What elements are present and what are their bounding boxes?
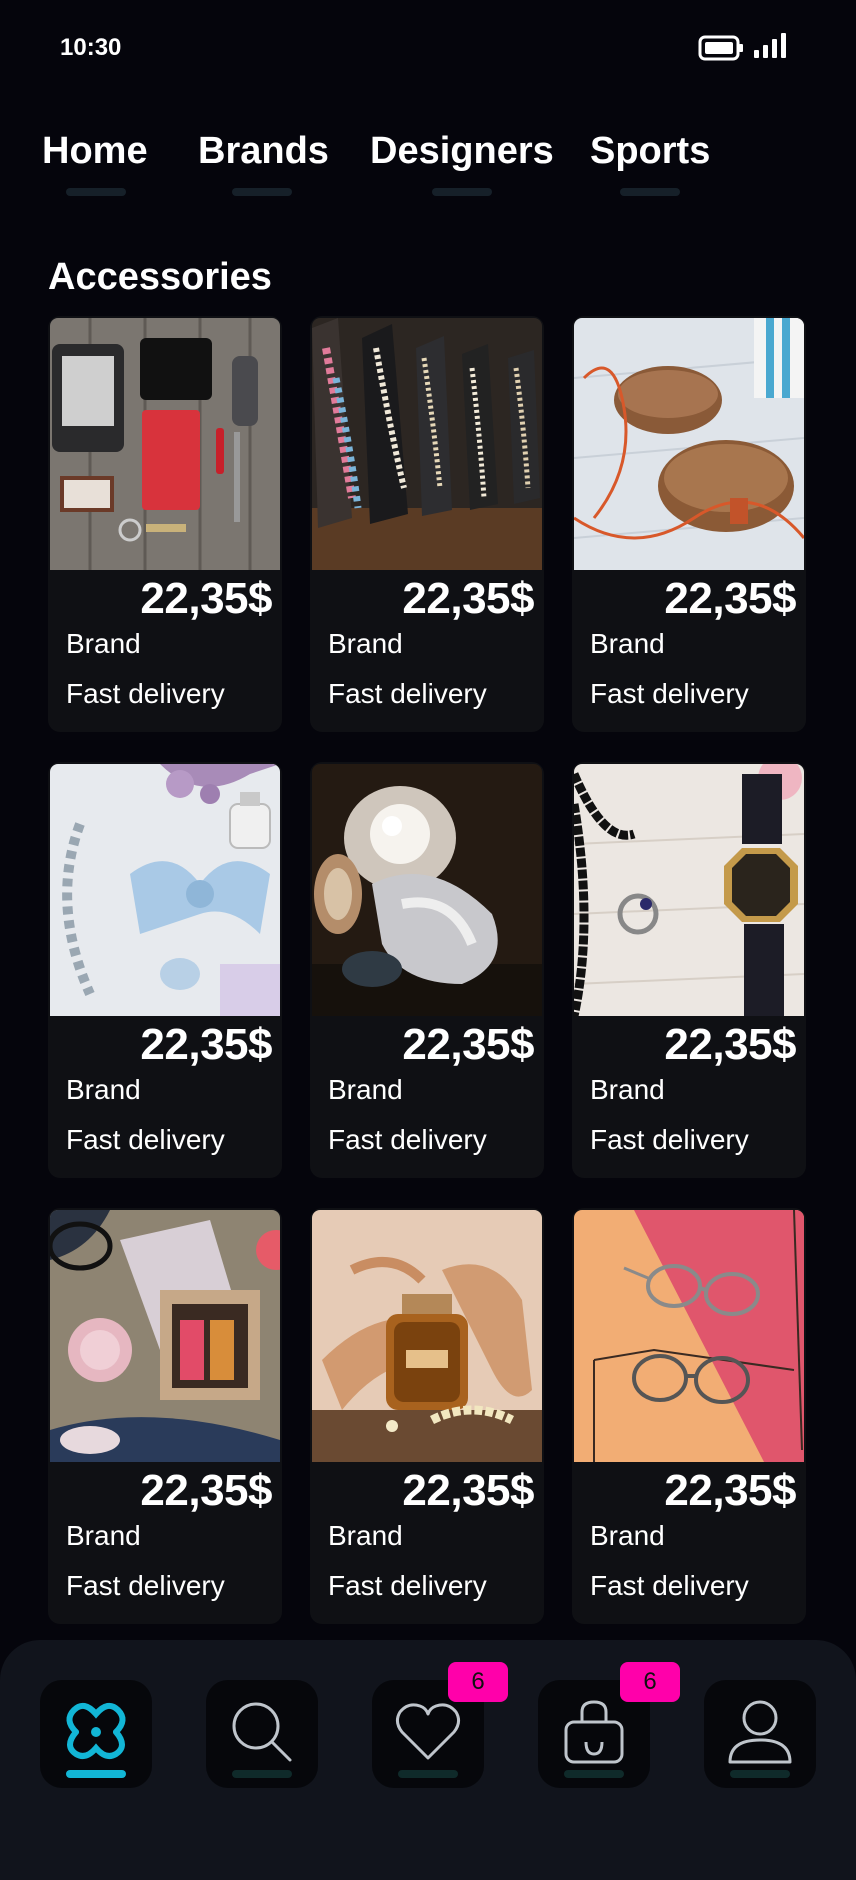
tab-underline <box>432 188 492 196</box>
product-delivery: Fast delivery <box>328 678 487 709</box>
product-delivery: Fast delivery <box>328 1124 487 1155</box>
tab-label: Brands <box>198 130 329 172</box>
product-image <box>574 318 804 570</box>
product-image <box>50 318 280 570</box>
logo-icon <box>66 1702 126 1759</box>
product-card[interactable]: 22,35$ Brand Fast delivery <box>572 316 806 732</box>
product-price: 22,35$ <box>664 1020 796 1069</box>
product-brand: Brand <box>66 628 141 659</box>
product-image <box>312 318 542 570</box>
tab-designers[interactable]: Designers <box>370 130 554 196</box>
tab-brands[interactable]: Brands <box>198 130 329 196</box>
product-delivery: Fast delivery <box>328 1570 487 1601</box>
product-price: 22,35$ <box>402 1020 534 1069</box>
product-price: 22,35$ <box>402 574 534 623</box>
tab-indicator <box>232 1770 292 1778</box>
product-card[interactable]: 22,35$ Brand Fast delivery <box>310 316 544 732</box>
tab-indicator <box>564 1770 624 1778</box>
search-button[interactable] <box>206 1680 318 1788</box>
signal-icon <box>754 33 786 58</box>
tab-indicator <box>398 1770 458 1778</box>
tab-label: Home <box>42 130 148 172</box>
product-delivery: Fast delivery <box>66 1124 225 1155</box>
product-brand: Brand <box>328 1520 403 1551</box>
product-price: 22,35$ <box>140 1466 272 1515</box>
product-image <box>574 1210 804 1462</box>
product-card[interactable]: 22,35$ Brand Fast delivery <box>310 1208 544 1624</box>
product-price: 22,35$ <box>664 1466 796 1515</box>
product-image <box>50 1210 280 1462</box>
tab-underline <box>66 188 126 196</box>
search-icon <box>232 1702 292 1762</box>
product-price: 22,35$ <box>140 574 272 623</box>
tab-home[interactable]: Home <box>42 130 148 196</box>
favorites-badge: 6 <box>448 1662 508 1702</box>
product-delivery: Fast delivery <box>590 1124 749 1155</box>
product-delivery: Fast delivery <box>66 1570 225 1601</box>
product-card[interactable]: 22,35$ Brand Fast delivery <box>572 1208 806 1624</box>
product-brand: Brand <box>590 1520 665 1551</box>
status-bar: 10:30 <box>0 0 856 96</box>
product-card[interactable]: 22,35$ Brand Fast delivery <box>48 316 282 732</box>
product-image <box>574 764 804 1016</box>
shopping-bag-icon <box>564 1700 624 1764</box>
active-indicator <box>66 1770 126 1778</box>
product-brand: Brand <box>328 1074 403 1105</box>
tab-underline <box>620 188 680 196</box>
profile-button[interactable] <box>704 1680 816 1788</box>
tab-label: Sports <box>590 130 711 172</box>
status-time: 10:30 <box>60 34 122 61</box>
product-price: 22,35$ <box>402 1466 534 1515</box>
section-title: Accessories <box>48 256 272 298</box>
product-card[interactable]: 22,35$ Brand Fast delivery <box>310 762 544 1178</box>
product-card[interactable]: 22,35$ Brand Fast delivery <box>48 1208 282 1624</box>
product-delivery: Fast delivery <box>66 678 225 709</box>
product-brand: Brand <box>66 1520 141 1551</box>
product-brand: Brand <box>328 628 403 659</box>
cart-badge: 6 <box>620 1662 680 1702</box>
product-delivery: Fast delivery <box>590 1570 749 1601</box>
product-price: 22,35$ <box>140 1020 272 1069</box>
top-nav: Home Brands Designers Sports <box>0 130 856 200</box>
product-brand: Brand <box>66 1074 141 1105</box>
product-image <box>50 764 280 1016</box>
product-card[interactable]: 22,35$ Brand Fast delivery <box>48 762 282 1178</box>
profile-icon <box>728 1700 792 1764</box>
tab-underline <box>232 188 292 196</box>
product-brand: Brand <box>590 1074 665 1105</box>
tab-indicator <box>730 1770 790 1778</box>
product-price: 22,35$ <box>664 574 796 623</box>
home-button[interactable] <box>40 1680 152 1788</box>
tab-sports[interactable]: Sports <box>590 130 711 196</box>
product-delivery: Fast delivery <box>590 678 749 709</box>
product-brand: Brand <box>590 628 665 659</box>
battery-icon <box>698 35 743 61</box>
product-image <box>312 764 542 1016</box>
product-image <box>312 1210 542 1462</box>
tab-label: Designers <box>370 130 554 172</box>
heart-icon <box>395 1703 461 1760</box>
product-card[interactable]: 22,35$ Brand Fast delivery <box>572 762 806 1178</box>
